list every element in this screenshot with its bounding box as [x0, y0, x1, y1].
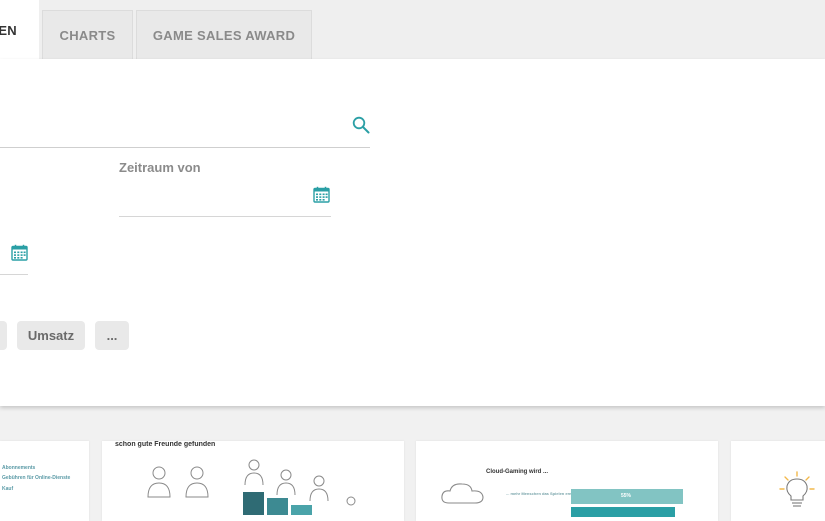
- article-card[interactable]: Cloud-Gaming wird ... ... mehr Menschen …: [416, 441, 718, 521]
- tab-game-sales-award[interactable]: GAME SALES AWARD: [136, 10, 312, 59]
- search-input[interactable]: [0, 147, 370, 148]
- bar: 55%: [571, 489, 683, 504]
- tab-label: EN: [0, 22, 17, 38]
- bar: [243, 492, 264, 515]
- person-icon: [346, 496, 356, 506]
- person-icon: [313, 475, 325, 487]
- person-icon: [244, 472, 264, 486]
- card-title: Cloud-Gaming wird ...: [486, 469, 548, 475]
- filter-chip-umsatz[interactable]: Umsatz: [17, 321, 85, 350]
- card-line: Gebühren für Online-Dienste: [2, 475, 71, 481]
- chip-label: ...: [106, 328, 118, 343]
- lightbulb-icon: [779, 471, 815, 507]
- bar-value: 55%: [621, 493, 632, 499]
- person-icon: [185, 482, 209, 498]
- search-icon[interactable]: [352, 116, 370, 134]
- cloud-icon: [441, 483, 484, 504]
- bar: [291, 505, 312, 515]
- calendar-icon[interactable]: [313, 186, 330, 203]
- filter-panel: Zeitraum von Umsatz ...: [0, 59, 825, 406]
- people-illustration: [147, 459, 356, 515]
- person-icon: [280, 469, 292, 481]
- tab-label: GAME SALES AWARD: [152, 27, 296, 43]
- zeitraum-bis-field[interactable]: [0, 274, 28, 275]
- card-line: Abonnements: [2, 465, 36, 471]
- tab-label: CHARTS: [59, 27, 116, 43]
- article-card[interactable]: [731, 441, 825, 521]
- card-line: Kauf: [2, 486, 14, 492]
- article-card[interactable]: schon gute Freunde gefunden: [102, 441, 404, 521]
- person-icon: [309, 488, 329, 502]
- tab-charts[interactable]: CHARTS: [42, 10, 133, 59]
- calendar-icon[interactable]: [11, 244, 28, 261]
- bar: [571, 507, 675, 517]
- bar: [267, 498, 288, 515]
- chip-label: Umsatz: [27, 328, 75, 343]
- tab-bar: EN CHARTS GAME SALES AWARD: [0, 0, 825, 60]
- filter-chip-more[interactable]: ...: [95, 321, 129, 350]
- zeitraum-von-field[interactable]: [119, 216, 331, 217]
- person-icon: [152, 466, 166, 480]
- filter-chip-partial[interactable]: [0, 321, 7, 350]
- article-card[interactable]: Abonnements Gebühren für Online-Dienste …: [0, 441, 89, 521]
- card-title: schon gute Freunde gefunden: [115, 441, 216, 448]
- tab-active[interactable]: EN: [0, 0, 39, 60]
- person-icon: [276, 482, 296, 496]
- person-icon: [190, 466, 204, 480]
- zeitraum-von-label: Zeitraum von: [119, 160, 201, 175]
- person-icon: [147, 482, 171, 498]
- person-icon: [248, 459, 260, 471]
